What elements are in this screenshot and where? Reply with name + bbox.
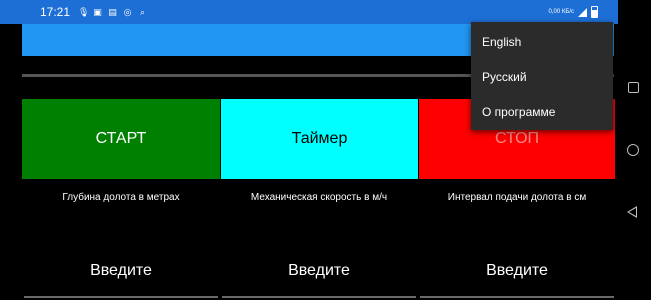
status-right-icons: 0,00 КБ/с	[549, 6, 598, 18]
speed-input[interactable]	[222, 246, 416, 298]
recents-icon[interactable]	[628, 82, 639, 93]
back-icon[interactable]	[627, 206, 637, 218]
overflow-menu: English Русский О программе	[471, 22, 613, 130]
network-speed: 0,00 КБ/с	[548, 9, 574, 15]
field-labels: Глубина долота в метрах Механическая ско…	[22, 192, 616, 203]
depth-field-wrap	[22, 246, 220, 298]
menu-item-russian[interactable]: Русский	[471, 59, 613, 94]
signal-icon	[578, 7, 587, 17]
start-button[interactable]: СТАРТ	[22, 99, 220, 179]
vpn-icon: ◎	[123, 6, 132, 17]
status-time: 17:21	[40, 5, 71, 19]
search-icon: ⌕	[140, 6, 146, 17]
menu-item-about[interactable]: О программе	[471, 94, 613, 129]
cast-icon: ▤	[108, 6, 117, 17]
depth-input[interactable]	[24, 246, 218, 298]
interval-input[interactable]	[420, 246, 614, 298]
input-fields	[22, 246, 616, 298]
home-icon[interactable]	[627, 144, 639, 156]
menu-item-english[interactable]: English	[471, 24, 613, 59]
status-left-icons: 🎙 ▣ ▤ ◎ ⌕	[78, 6, 147, 17]
battery-icon	[591, 6, 598, 18]
timer-button[interactable]: Таймер	[220, 99, 418, 179]
interval-label: Интервал подачи долота в см	[447, 192, 587, 203]
status-bar: 17:21 🎙 ▣ ▤ ◎ ⌕ 0,00 КБ/с	[0, 0, 618, 24]
speed-label: Механическая скорость в м/ч	[250, 192, 388, 203]
speed-field-wrap	[220, 246, 418, 298]
navigation-bar	[618, 0, 651, 300]
image-icon: ▣	[93, 6, 102, 17]
mic-icon: 🎙	[78, 6, 90, 17]
depth-label: Глубина долота в метрах	[62, 192, 180, 203]
interval-field-wrap	[418, 246, 616, 298]
